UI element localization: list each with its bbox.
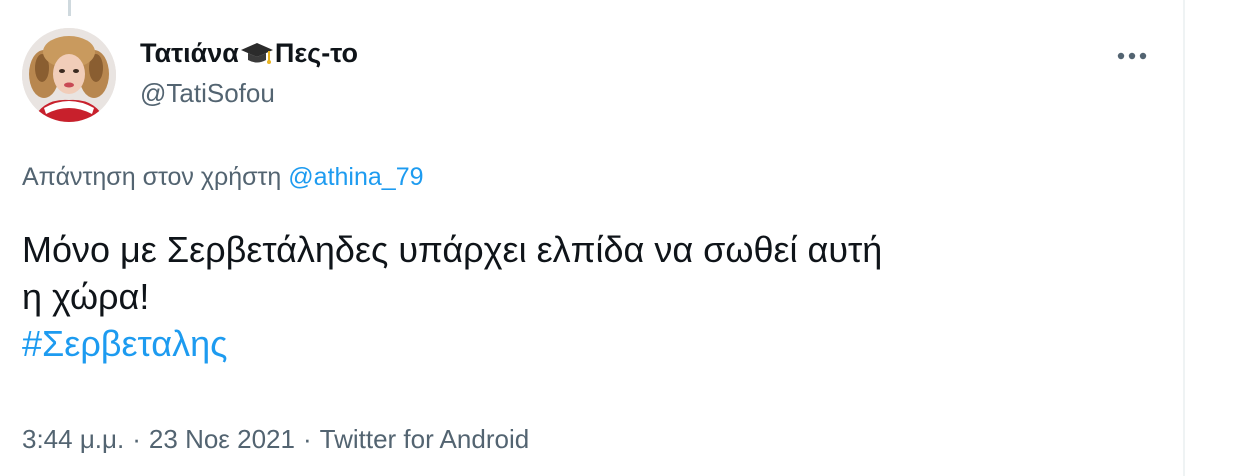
tweet-body: Μόνο με Σερβετάληδες υπάρχει ελπίδα να σ… bbox=[22, 226, 1172, 367]
meta-separator: · bbox=[302, 424, 312, 454]
ellipsis-icon bbox=[1117, 52, 1147, 60]
avatar-photo bbox=[22, 28, 116, 122]
tweet-text-line-2: η χώρα! bbox=[22, 276, 150, 317]
author-name-first: Τατιάνα bbox=[140, 38, 239, 68]
tweet-metadata: 3:44 μ.μ. · 23 Νοε 2021 · Twitter for Androi… bbox=[22, 422, 529, 456]
hashtag-link[interactable]: #Σερβεταλης bbox=[22, 320, 1172, 367]
column-divider bbox=[1183, 0, 1185, 476]
more-options-button[interactable] bbox=[1112, 36, 1152, 76]
tweet-text-line-1: Μόνο με Σερβετάληδες υπάρχει ελπίδα να σ… bbox=[22, 229, 883, 270]
avatar[interactable] bbox=[22, 28, 116, 122]
graduation-cap-icon bbox=[240, 36, 274, 70]
tweet-source[interactable]: Twitter for Android bbox=[320, 424, 530, 454]
tweet-time[interactable]: 3:44 μ.μ. bbox=[22, 424, 124, 454]
reply-mention-link[interactable]: @athina_79 bbox=[288, 163, 423, 191]
author-display-name[interactable]: Τατιάνα Πες-το bbox=[140, 36, 358, 70]
meta-separator: · bbox=[132, 424, 141, 454]
reply-prefix: Απάντηση στον χρήστη bbox=[22, 163, 282, 191]
tweet-date[interactable]: 23 Νοε 2021 bbox=[149, 424, 295, 454]
reply-context: Απάντηση στον χρήστη @athina_79 bbox=[22, 160, 424, 194]
thread-connector-line bbox=[68, 0, 71, 16]
author-name-second: Πες-το bbox=[274, 38, 358, 68]
author-handle[interactable]: @TatiSofou bbox=[140, 76, 275, 110]
